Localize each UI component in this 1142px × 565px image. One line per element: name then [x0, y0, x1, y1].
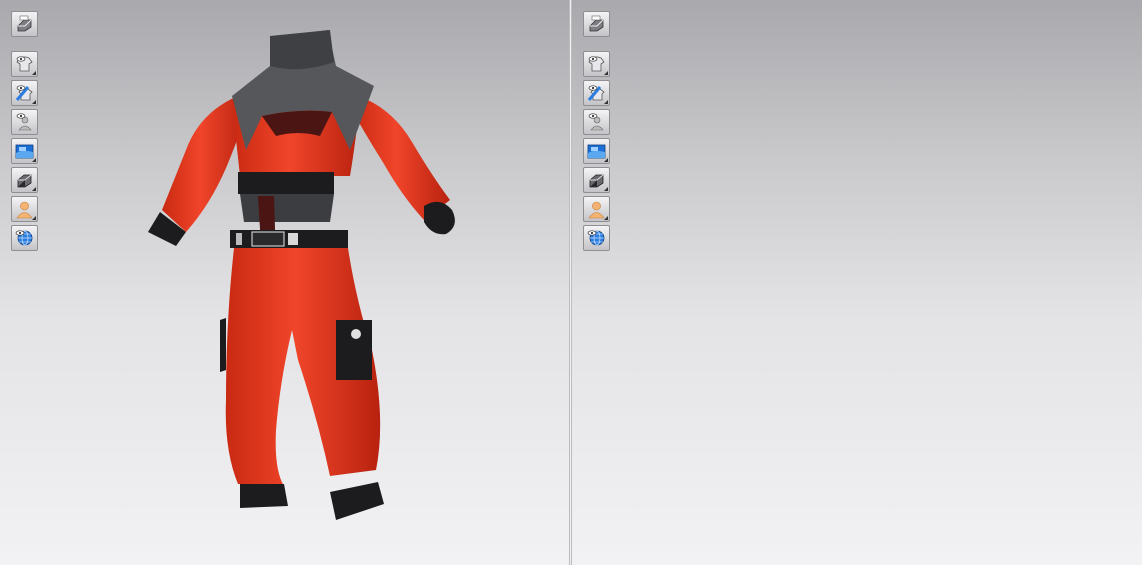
garment-3d-front[interactable] [0, 0, 569, 565]
ankle-cuff-right [330, 482, 384, 520]
viewport-front[interactable] [0, 0, 569, 565]
garment-3d-back[interactable] [572, 0, 1142, 565]
waist-band [238, 172, 334, 194]
sleeve-right [352, 96, 450, 220]
collar [270, 30, 334, 70]
corset [240, 194, 334, 222]
viewport-back[interactable] [572, 0, 1142, 565]
cargo-pocket [336, 320, 372, 380]
cuff-right [424, 201, 455, 235]
ankle-cuff-left [240, 484, 288, 508]
